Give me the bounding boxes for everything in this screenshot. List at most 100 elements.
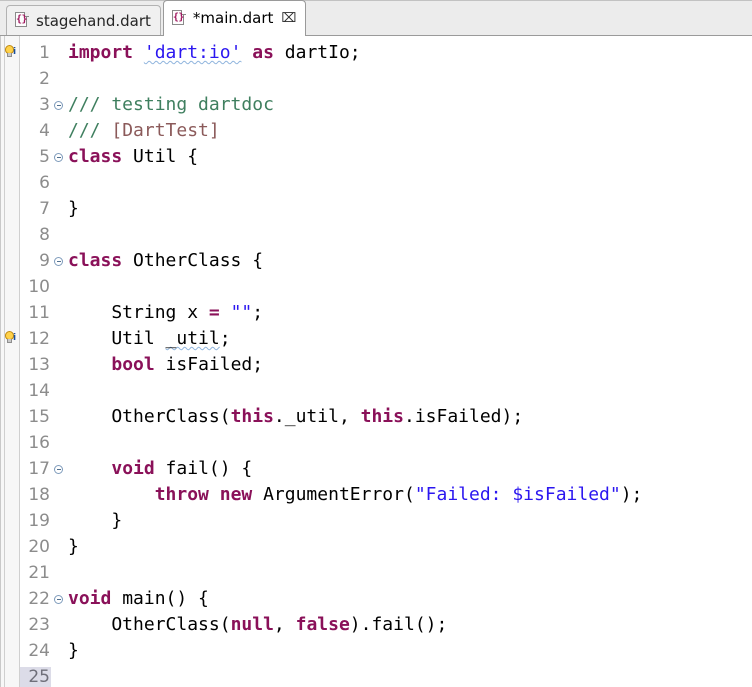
fold-column[interactable] <box>51 256 66 266</box>
gutter-line[interactable]: 9 <box>20 248 66 274</box>
code-line[interactable]: void fail() { <box>66 456 752 482</box>
gutter-line[interactable]: 12 <box>20 326 66 352</box>
code-line[interactable]: /// [DartTest] <box>66 118 752 144</box>
code-token: OtherClass( <box>68 614 231 635</box>
code-token: = <box>208 302 220 323</box>
fold-collapse-icon[interactable] <box>54 594 63 604</box>
code-token: "" <box>230 302 253 323</box>
line-number: 4 <box>39 121 50 141</box>
code-token: } <box>68 640 79 661</box>
fold-collapse-icon[interactable] <box>54 464 63 474</box>
line-number: 5 <box>39 147 50 167</box>
code-token: _util <box>165 328 220 349</box>
code-line[interactable] <box>66 378 752 404</box>
code-line[interactable] <box>66 66 752 92</box>
gutter-line[interactable]: 8 <box>20 222 66 248</box>
fold-collapse-icon[interactable] <box>54 100 63 110</box>
info-bulb-icon[interactable]: i <box>5 45 19 60</box>
code-token: import <box>68 42 134 63</box>
gutter-line[interactable]: 17 <box>20 456 66 482</box>
code-line[interactable] <box>66 664 752 687</box>
code-line[interactable]: throw new ArgumentError("Failed: $isFail… <box>66 482 752 508</box>
line-number: 25 <box>20 667 51 687</box>
gutter-line[interactable]: 3 <box>20 92 66 118</box>
line-number: 18 <box>28 485 50 505</box>
code-token: fail() { <box>154 458 253 479</box>
line-number: 1 <box>39 43 50 63</box>
close-icon[interactable]: ⌧ <box>281 12 296 25</box>
gutter-line[interactable]: 21 <box>20 560 66 586</box>
code-token: ; <box>252 302 264 323</box>
gutter-line[interactable]: 7 <box>20 196 66 222</box>
gutter-line[interactable]: 4 <box>20 118 66 144</box>
code-line[interactable]: } <box>66 508 752 534</box>
editor-tab-active[interactable]: {} *main.dart ⌧ <box>162 0 307 36</box>
line-number: 9 <box>39 251 50 271</box>
code-line[interactable]: OtherClass(null, false).fail(); <box>66 612 752 638</box>
fold-column[interactable] <box>51 100 66 110</box>
code-line[interactable] <box>66 170 752 196</box>
line-number: 14 <box>28 381 50 401</box>
code-line[interactable]: } <box>66 638 752 664</box>
code-line[interactable]: OtherClass(this._util, this.isFailed); <box>66 404 752 430</box>
fold-collapse-icon[interactable] <box>54 256 63 266</box>
gutter-line[interactable]: 1 <box>20 40 66 66</box>
gutter-line[interactable]: 15 <box>20 404 66 430</box>
gutter-line[interactable]: 16 <box>20 430 66 456</box>
code-token: as <box>252 42 274 63</box>
code-token: class <box>68 146 123 167</box>
code-line[interactable]: String x = ""; <box>66 300 752 326</box>
line-number: 11 <box>28 303 50 323</box>
fold-column[interactable] <box>51 152 66 162</box>
fold-collapse-icon[interactable] <box>54 152 63 162</box>
gutter-line[interactable]: 19 <box>20 508 66 534</box>
gutter-line[interactable]: 14 <box>20 378 66 404</box>
code-line[interactable]: import 'dart:io' as dartIo; <box>66 40 752 66</box>
code-line[interactable]: bool isFailed; <box>66 352 752 378</box>
code-line[interactable]: Util _util; <box>66 326 752 352</box>
code-line[interactable]: } <box>66 534 752 560</box>
gutter-line[interactable]: 25 <box>20 664 66 687</box>
gutter-line[interactable]: 18 <box>20 482 66 508</box>
line-number-gutter[interactable]: 1 2 3 4 5 6 7 8 9 10 11 12 13 14 15 16 17 18 19 20 21 22 23 24 2… <box>20 36 66 687</box>
code-line[interactable]: } <box>66 196 752 222</box>
code-token: null <box>230 614 274 635</box>
code-token: throw <box>154 484 209 505</box>
code-line[interactable]: void main() { <box>66 586 752 612</box>
gutter-line[interactable]: 13 <box>20 352 66 378</box>
annotation-ruler[interactable]: ii <box>0 36 20 687</box>
editor-tab-inactive[interactable]: {} stagehand.dart <box>6 5 161 35</box>
code-line[interactable] <box>66 560 752 586</box>
gutter-line[interactable]: 24 <box>20 638 66 664</box>
line-number: 13 <box>28 355 50 375</box>
dart-file-icon: {} <box>171 9 186 25</box>
code-line[interactable] <box>66 430 752 456</box>
editor-tab-bar: {} stagehand.dart {} *main.dart ⌧ <box>0 0 752 36</box>
code-token: } <box>68 198 79 219</box>
gutter-line[interactable]: 11 <box>20 300 66 326</box>
code-line[interactable]: class Util { <box>66 144 752 170</box>
code-token: ArgumentError( <box>252 484 415 505</box>
gutter-line[interactable]: 20 <box>20 534 66 560</box>
gutter-line[interactable]: 23 <box>20 612 66 638</box>
gutter-line[interactable]: 22 <box>20 586 66 612</box>
code-line[interactable]: class OtherClass { <box>66 248 752 274</box>
line-number: 7 <box>39 199 50 219</box>
gutter-line[interactable]: 2 <box>20 66 66 92</box>
code-line[interactable] <box>66 274 752 300</box>
code-token: , <box>273 614 296 635</box>
info-bulb-icon[interactable]: i <box>5 331 19 346</box>
gutter-line[interactable]: 5 <box>20 144 66 170</box>
fold-column[interactable] <box>51 594 66 604</box>
code-editor[interactable]: ii 1 2 3 4 5 6 7 8 9 10 11 12 13 14 15 16 17 18 19 20 21 22 23… <box>0 36 752 687</box>
code-token: 'dart:io' <box>143 42 242 63</box>
code-line[interactable]: /// testing dartdoc <box>66 92 752 118</box>
fold-column[interactable] <box>51 464 66 474</box>
code-line[interactable] <box>66 222 752 248</box>
gutter-line[interactable]: 6 <box>20 170 66 196</box>
code-text-area[interactable]: import 'dart:io' as dartIo; /// testing … <box>66 36 752 687</box>
gutter-line[interactable]: 10 <box>20 274 66 300</box>
